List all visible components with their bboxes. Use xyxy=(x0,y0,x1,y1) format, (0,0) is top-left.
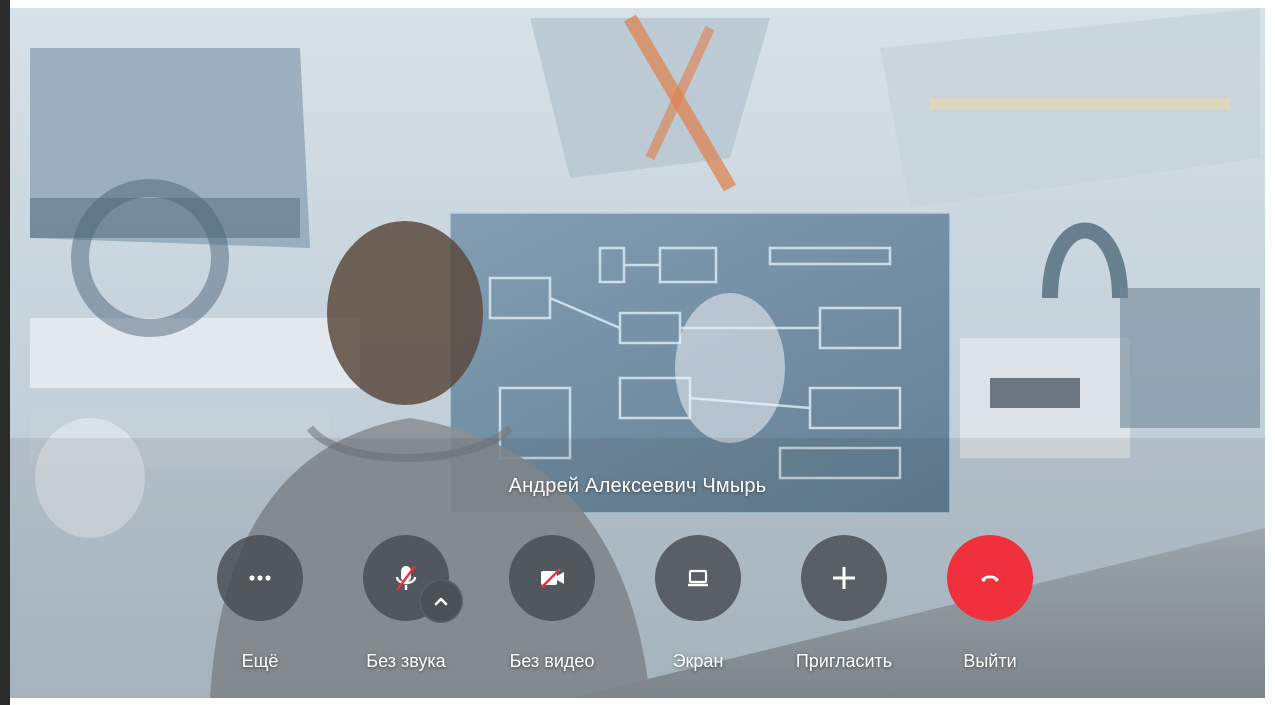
screen-share-label: Экран xyxy=(672,651,724,671)
screen-share-icon xyxy=(688,569,708,587)
mute-button[interactable]: Без звука xyxy=(346,535,466,672)
hangup-icon xyxy=(981,575,999,582)
mute-button-circle[interactable] xyxy=(363,535,463,623)
audio-options-button[interactable] xyxy=(419,579,463,623)
leave-button-circle[interactable] xyxy=(947,535,1033,621)
plus-icon xyxy=(833,567,855,589)
call-window: Андрей Алексеевич Чмырь Ещё Без звука Бе… xyxy=(0,0,1275,705)
more-label: Ещё xyxy=(241,651,279,671)
participant-name: Андрей Алексеевич Чмырь xyxy=(508,475,767,497)
window-border xyxy=(0,0,10,705)
invite-button-circle[interactable] xyxy=(801,535,887,621)
screen-share-button-circle[interactable] xyxy=(655,535,741,621)
invite-button[interactable]: Пригласить xyxy=(784,535,904,672)
invite-label: Пригласить xyxy=(795,651,893,671)
more-button[interactable]: Ещё xyxy=(200,535,320,672)
mute-label: Без звука xyxy=(366,651,446,671)
more-dots-icon xyxy=(249,575,271,581)
video-label: Без видео xyxy=(509,651,595,671)
participant-video: Андрей Алексеевич Чмырь Ещё Без звука Бе… xyxy=(10,8,1265,698)
video-button[interactable]: Без видео xyxy=(492,535,612,672)
leave-label: Выйти xyxy=(963,651,1017,671)
leave-button[interactable]: Выйти xyxy=(930,535,1050,672)
video-button-circle[interactable] xyxy=(509,535,595,621)
camera-off-icon xyxy=(541,568,564,588)
chevron-up-icon xyxy=(434,597,448,606)
mic-off-icon xyxy=(395,565,417,591)
screen-share-button[interactable]: Экран xyxy=(638,535,758,672)
more-button-circle[interactable] xyxy=(217,535,303,621)
